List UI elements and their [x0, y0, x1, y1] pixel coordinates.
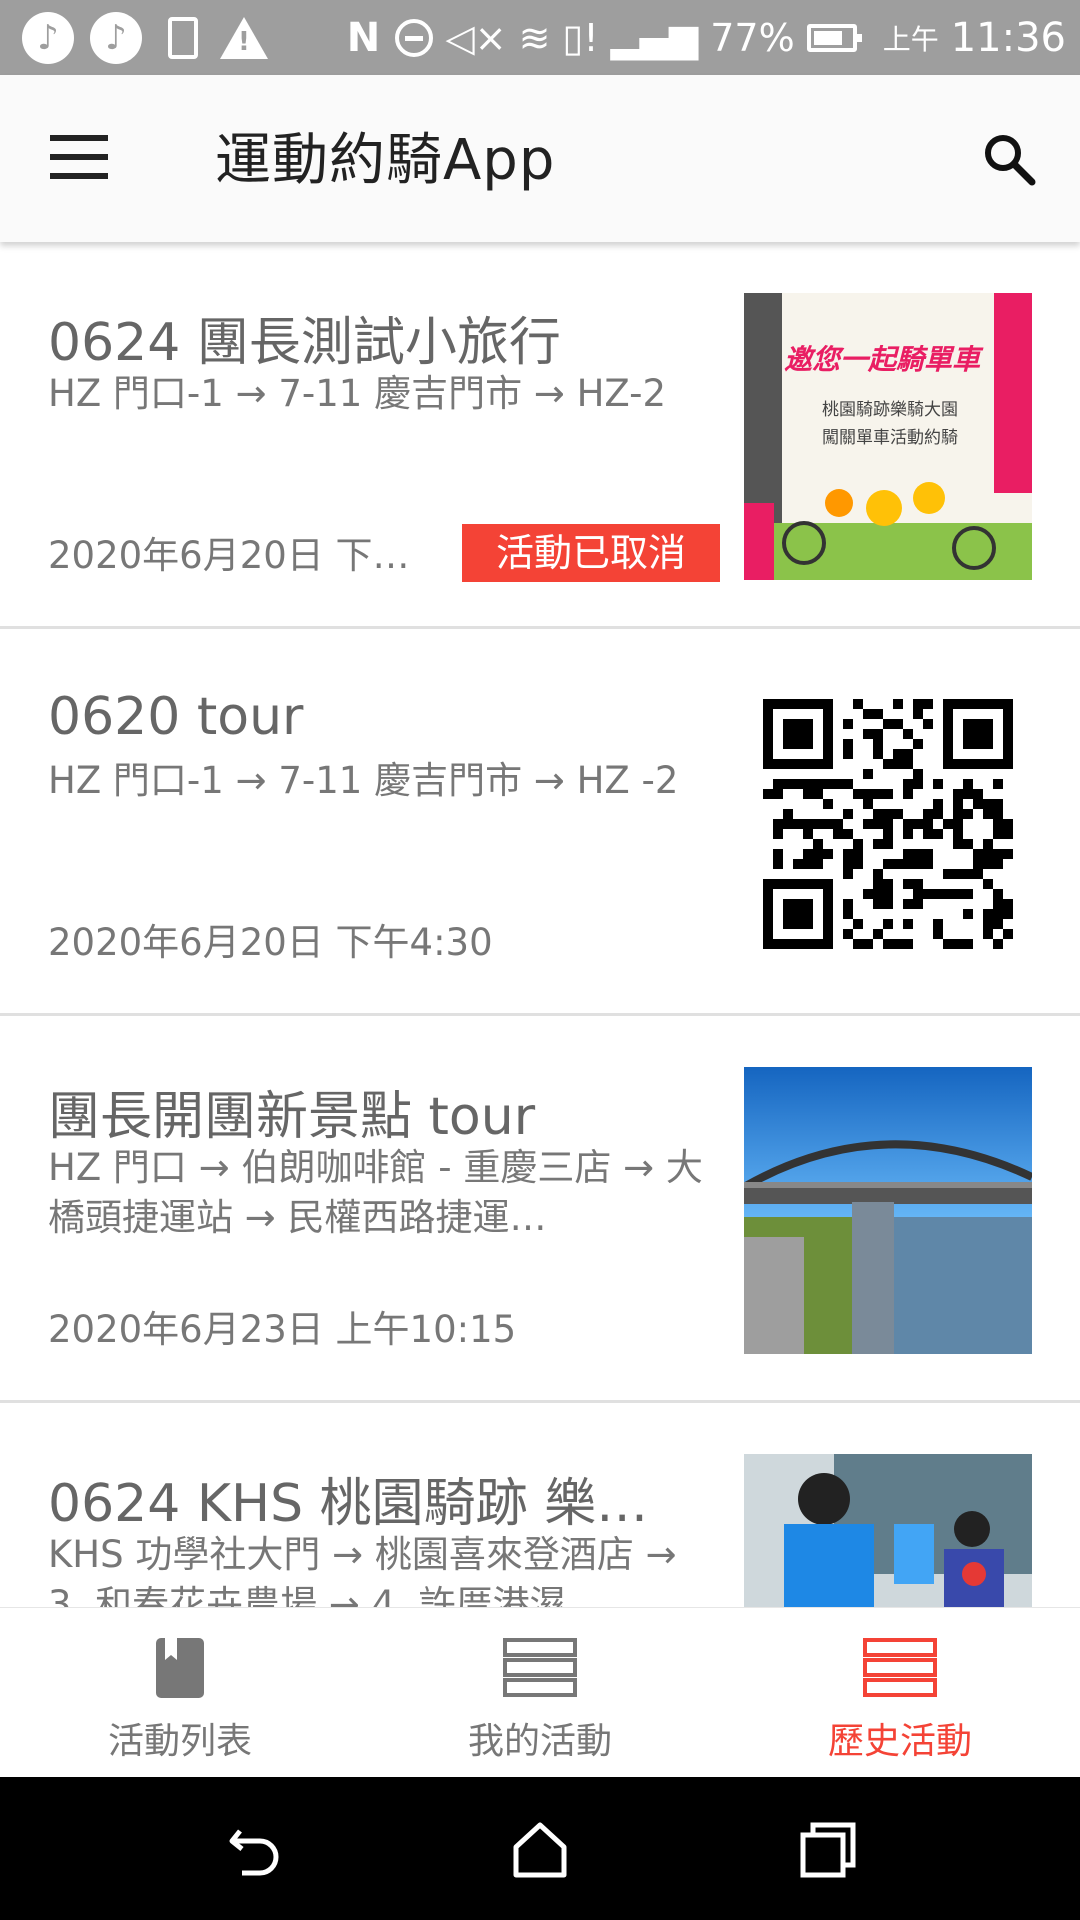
activity-route: KHS 功學社大門 → 桃園喜來登酒店 → 3. 和春花卉農場 → 4. 許厝港… [48, 1533, 677, 1607]
nfc-icon: N [346, 14, 381, 61]
activity-date: 2020年6月20日 下午4:30 [48, 921, 493, 964]
cyclists-photo [744, 1454, 1032, 1607]
activity-route: HZ 門口-1 → 7-11 慶吉門市 → HZ -2 [48, 759, 679, 802]
activity-name: 0624 團長測試小旅行 [48, 313, 561, 373]
status-badge: 活動已取消 [462, 524, 720, 582]
activity-name: 團長開團新景點 tour [48, 1087, 536, 1147]
poster-line-2: 闖關單車活動約騎 [822, 428, 958, 448]
list-item[interactable]: 0624 KHS 桃園騎跡 樂騎… KHS 功學社大門 → 桃園喜來登酒店 → … [0, 1403, 1080, 1607]
tab-label: 歷史活動 [827, 1721, 972, 1762]
activity-list: 0624 團長測試小旅行 HZ 門口-1 → 7-11 慶吉門市 → HZ-2 … [0, 242, 1080, 1607]
warning-icon [220, 16, 268, 59]
music-icon [22, 11, 74, 64]
list-icon [862, 1638, 938, 1698]
bridge-photo [744, 1067, 1032, 1354]
wifi-icon: ≋ [518, 15, 551, 60]
bottom-navigation: 活動列表 我的活動 歷史活動 [0, 1607, 1080, 1778]
search-icon[interactable] [980, 130, 1040, 190]
tab-activity-list[interactable]: 活動列表 [0, 1608, 360, 1778]
battery-percent: 77% [710, 15, 795, 60]
tab-my-activities[interactable]: 我的活動 [360, 1608, 720, 1778]
home-icon[interactable] [508, 1817, 572, 1881]
recents-icon[interactable] [795, 1817, 859, 1881]
page-title: 運動約騎App [215, 128, 556, 193]
tab-history[interactable]: 歷史活動 [720, 1608, 1080, 1778]
status-bar: N ◁× ≋ ▯! ▂▄▆ 77% 上午 11:36 [0, 0, 1080, 75]
music-icon [90, 11, 142, 64]
time-prefix: 上午 [882, 22, 939, 56]
system-navigation-bar [0, 1777, 1080, 1920]
signal-icon: ▂▄▆ [610, 15, 699, 60]
back-icon[interactable] [222, 1817, 286, 1881]
poster-title: 邀您一起騎單車 [784, 343, 981, 376]
bookmark-icon [142, 1638, 218, 1698]
activity-route: HZ 門口-1 → 7-11 慶吉門市 → HZ-2 [48, 372, 667, 415]
status-right-icons: N ◁× ≋ ▯! ▂▄▆ 77% 上午 11:36 [343, 0, 1066, 75]
phone-icon [168, 16, 198, 59]
tab-label: 我的活動 [467, 1721, 612, 1762]
tab-label: 活動列表 [107, 1721, 252, 1762]
menu-icon[interactable] [50, 135, 110, 179]
qr-code-image [744, 680, 1032, 967]
activity-route: HZ 門口 → 伯朗咖啡館 - 重慶三店 → 大橋頭捷運站 → 民權西路捷運… [48, 1146, 703, 1239]
activity-date: 2020年6月23日 上午10:15 [48, 1308, 517, 1351]
list-item[interactable]: 團長開團新景點 tour HZ 門口 → 伯朗咖啡館 - 重慶三店 → 大橋頭捷… [0, 1016, 1080, 1403]
activity-name: 0624 KHS 桃園騎跡 樂騎… [48, 1474, 698, 1534]
app-bar: 運動約騎App [0, 75, 1080, 242]
status-left-icons [22, 10, 268, 65]
activity-date: 2020年6月20日 下午4:30 [48, 534, 433, 577]
list-icon [502, 1638, 578, 1698]
list-item[interactable]: 0624 團長測試小旅行 HZ 門口-1 → 7-11 慶吉門市 → HZ-2 … [0, 242, 1080, 629]
battery-icon [806, 23, 862, 52]
dnd-icon [395, 18, 434, 57]
poster-image: 邀您一起騎單車 桃園騎跡樂騎大園 闖關單車活動約騎 [744, 293, 1032, 580]
activity-name: 0620 tour [48, 687, 304, 747]
mute-icon: ◁× [445, 15, 507, 60]
clock: 11:36 [950, 14, 1066, 61]
list-item[interactable]: 0620 tour HZ 門口-1 → 7-11 慶吉門市 → HZ -2 20… [0, 629, 1080, 1016]
sim-icon: ▯! [562, 15, 599, 60]
poster-line-1: 桃園騎跡樂騎大園 [822, 400, 958, 420]
